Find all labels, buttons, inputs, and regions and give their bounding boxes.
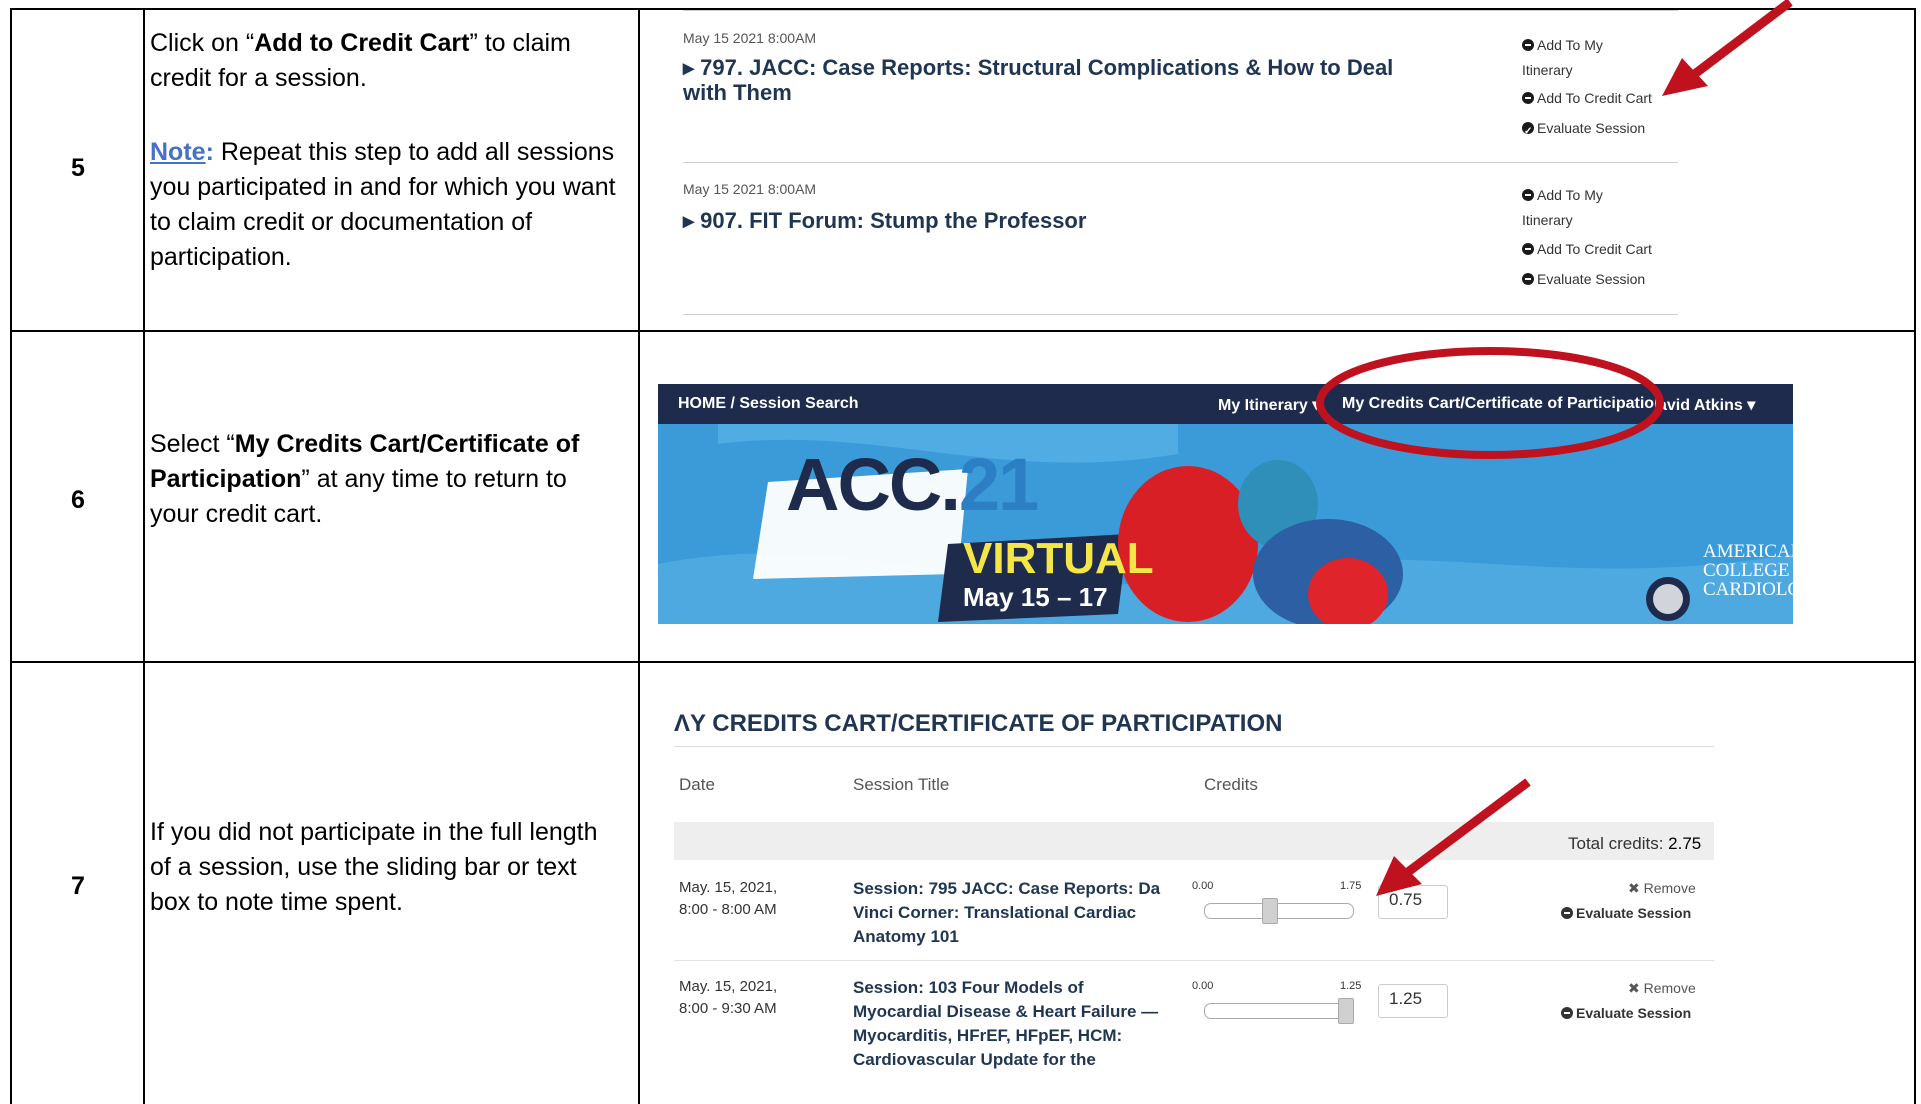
row-divider bbox=[10, 330, 1916, 332]
nav-my-itinerary[interactable]: My Itinerary ▾ bbox=[1218, 395, 1320, 415]
add-to-itinerary-link[interactable]: Add To My bbox=[1522, 182, 1603, 208]
session-title[interactable]: ▸ 907. FIT Forum: Stump the Professor bbox=[683, 208, 1086, 233]
add-to-credit-cart-link[interactable]: Add To Credit Cart bbox=[1522, 85, 1652, 111]
session-separator bbox=[683, 162, 1678, 163]
credit-slider-handle[interactable] bbox=[1338, 998, 1354, 1024]
evaluate-label: Evaluate Session bbox=[1576, 905, 1692, 921]
step-number-5: 5 bbox=[71, 154, 85, 182]
total-credits-value: 2.75 bbox=[1668, 834, 1702, 853]
red-arrow-icon bbox=[1662, 0, 1793, 96]
column-divider bbox=[638, 8, 640, 1104]
cart-item-title[interactable]: Session: 103 Four Models of Myocardial D… bbox=[853, 976, 1173, 1072]
credit-slider-handle[interactable] bbox=[1261, 898, 1278, 924]
minus-circle-icon bbox=[1522, 39, 1534, 51]
cart-heading: ΛY CREDITS CART/CERTIFICATE OF PARTICIPA… bbox=[674, 710, 1283, 737]
session-title-line2[interactable]: with Them bbox=[683, 80, 792, 105]
slider-min: 0.00 bbox=[1192, 880, 1214, 892]
evaluate-session-link[interactable]: Evaluate Session bbox=[1522, 115, 1646, 145]
college-line3: CARDIOLOGY bbox=[1703, 579, 1793, 600]
date-line2: 8:00 - 8:00 AM bbox=[679, 901, 777, 918]
column-date: Date bbox=[679, 775, 715, 794]
column-credits: Credits bbox=[1204, 775, 1258, 794]
cart-item-date: May. 15, 2021, 8:00 - 9:30 AM bbox=[679, 976, 777, 1020]
step-5-text-b: Add to Credit Cart bbox=[254, 29, 470, 57]
remove-button[interactable]: ✖ Remove bbox=[1628, 980, 1696, 997]
minus-circle-icon bbox=[1522, 243, 1534, 255]
step-5-note: Note: Repeat this step to add all sessio… bbox=[150, 135, 620, 275]
nav-user-menu[interactable]: avid Atkins ▾ bbox=[1658, 395, 1755, 415]
evaluate-session-button[interactable]: Evaluate Session bbox=[1561, 905, 1691, 921]
session-date: May 15 2021 8:00AM bbox=[683, 181, 817, 197]
minus-circle-icon bbox=[1522, 189, 1534, 201]
acc-text: ACC. bbox=[786, 443, 961, 526]
step-7-description: If you did not participate in the full l… bbox=[150, 818, 598, 916]
check-circle-icon bbox=[1522, 119, 1534, 145]
cart-item-title[interactable]: Session: 795 JACC: Case Reports: Da Vinc… bbox=[853, 877, 1173, 949]
step-5-text-a: Click on “ bbox=[150, 29, 255, 57]
session-separator bbox=[683, 314, 1678, 315]
add-to-itinerary-link-cont[interactable]: Itinerary bbox=[1522, 57, 1573, 83]
minus-circle-icon bbox=[1561, 1007, 1573, 1019]
date-line2: 8:00 - 9:30 AM bbox=[679, 1000, 777, 1017]
link-text: Evaluate Session bbox=[1537, 271, 1646, 287]
step-number-7: 7 bbox=[71, 872, 85, 900]
red-arrow-icon bbox=[1376, 778, 1531, 896]
date-line1: May. 15, 2021, bbox=[679, 978, 778, 995]
acc-year: 21 bbox=[958, 443, 1039, 526]
acc-college-logo: AMERICAN COLLEGE of CARDIOLOGY bbox=[1703, 542, 1793, 599]
slider-max: 1.75 bbox=[1340, 880, 1362, 892]
step-5-description: Click on “Add to Credit Cart” to claim c… bbox=[150, 26, 620, 96]
add-to-credit-cart-link[interactable]: Add To Credit Cart bbox=[1522, 236, 1652, 262]
virtual-label: VIRTUAL bbox=[963, 534, 1154, 583]
row-separator bbox=[674, 960, 1714, 961]
total-credits-bar bbox=[674, 822, 1714, 860]
session-separator bbox=[683, 10, 1678, 11]
session-title-line1[interactable]: ▸ 797. JACC: Case Reports: Structural Co… bbox=[683, 55, 1393, 80]
evaluate-session-link[interactable]: Evaluate Session bbox=[1522, 266, 1645, 292]
row-divider bbox=[10, 661, 1916, 663]
college-line1: AMERICAN bbox=[1703, 541, 1793, 562]
link-text: Evaluate Session bbox=[1537, 120, 1646, 136]
total-credits-label: Total credits: bbox=[1568, 834, 1669, 853]
evaluate-label: Evaluate Session bbox=[1576, 1005, 1692, 1021]
step-6-description: Select “My Credits Cart/Certificate of P… bbox=[150, 427, 620, 532]
add-to-itinerary-link-cont[interactable]: Itinerary bbox=[1522, 207, 1573, 233]
remove-button[interactable]: ✖ Remove bbox=[1628, 880, 1696, 897]
step-number-6: 6 bbox=[71, 486, 85, 514]
red-highlight-ellipse bbox=[1316, 347, 1664, 459]
link-text: Add To My bbox=[1537, 37, 1603, 53]
evaluate-session-button[interactable]: Evaluate Session bbox=[1561, 1005, 1691, 1021]
cart-item-date: May. 15, 2021, 8:00 - 8:00 AM bbox=[679, 877, 777, 921]
credit-hours-input[interactable]: 1.25 bbox=[1378, 984, 1448, 1018]
heading-rule bbox=[674, 746, 1714, 747]
column-session-title: Session Title bbox=[853, 775, 950, 794]
event-dates: May 15 – 17 bbox=[963, 582, 1108, 612]
minus-circle-icon bbox=[1522, 273, 1534, 285]
slider-max: 1.25 bbox=[1340, 980, 1362, 992]
link-text: Add To Credit Cart bbox=[1537, 241, 1652, 257]
session-date: May 15 2021 8:00AM bbox=[683, 30, 817, 46]
step-6-text-a: Select “ bbox=[150, 430, 235, 458]
table-border-right bbox=[1914, 8, 1916, 1104]
note-colon: : bbox=[205, 138, 214, 166]
credit-slider-track[interactable] bbox=[1204, 903, 1354, 919]
note-label: Note bbox=[150, 138, 206, 166]
add-to-itinerary-link[interactable]: Add To My bbox=[1522, 32, 1603, 58]
total-credits: Total credits: 2.75 bbox=[1568, 834, 1701, 854]
slider-min: 0.00 bbox=[1192, 980, 1214, 992]
credit-slider-track[interactable] bbox=[1204, 1003, 1354, 1019]
link-text: Add To My bbox=[1537, 187, 1603, 203]
minus-circle-icon bbox=[1561, 907, 1573, 919]
acc21-logo: ACC.21 bbox=[786, 442, 1039, 527]
minus-circle-icon bbox=[1522, 92, 1534, 104]
college-line2: COLLEGE of bbox=[1703, 560, 1793, 581]
note-text: Repeat this step to add all sessions you… bbox=[150, 138, 616, 271]
breadcrumb-home[interactable]: HOME / Session Search bbox=[678, 395, 859, 413]
link-text: Add To Credit Cart bbox=[1537, 90, 1652, 106]
date-line1: May. 15, 2021, bbox=[679, 879, 778, 896]
